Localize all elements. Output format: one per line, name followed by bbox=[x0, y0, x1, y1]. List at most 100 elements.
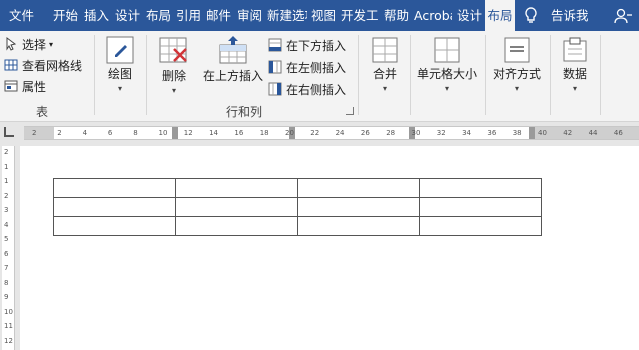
insert-above-label: 在上方插入 bbox=[203, 69, 264, 83]
insert-left-label: 在左侧插入 bbox=[286, 60, 347, 75]
tab-file[interactable]: 文件 bbox=[9, 0, 35, 31]
tab-home[interactable]: 开始 bbox=[53, 0, 79, 31]
table-cell[interactable] bbox=[53, 197, 176, 217]
ruler-number: 2 bbox=[32, 129, 37, 137]
table-cell[interactable] bbox=[175, 216, 298, 236]
chevron-down-icon: ▾ bbox=[444, 84, 449, 93]
ruler-number: 6 bbox=[107, 129, 113, 137]
ruler-margin-right bbox=[534, 127, 639, 139]
tab-acrobat[interactable]: Acrobat bbox=[414, 0, 452, 31]
chevron-down-icon: ▾ bbox=[171, 86, 176, 95]
chevron-down-icon: ▾ bbox=[49, 39, 54, 49]
document-table[interactable] bbox=[53, 178, 542, 236]
alignment-button[interactable]: 对齐方式 ▾ bbox=[490, 35, 544, 93]
ruler-number: 46 bbox=[613, 129, 623, 137]
table-cell[interactable] bbox=[297, 216, 420, 236]
view-gridlines-label: 查看网格线 bbox=[22, 58, 83, 73]
share-user-icon[interactable] bbox=[614, 0, 632, 31]
tab-references[interactable]: 引用 bbox=[176, 0, 202, 31]
tab-table-layout[interactable]: 布局 bbox=[485, 0, 515, 31]
tab-layout[interactable]: 布局 bbox=[146, 0, 172, 31]
ruler-number: 16 bbox=[234, 129, 244, 137]
ruler-number: 38 bbox=[512, 129, 522, 137]
chevron-down-icon: ▾ bbox=[117, 84, 122, 93]
ruler-number: 10 bbox=[158, 129, 168, 137]
data-button[interactable]: 数据 ▾ bbox=[557, 35, 593, 93]
tab-design[interactable]: 设计 bbox=[115, 0, 141, 31]
table-cell[interactable] bbox=[419, 178, 542, 198]
ruler-number: 20 bbox=[285, 129, 294, 137]
cell-size-icon bbox=[434, 37, 460, 63]
alignment-label: 对齐方式 bbox=[492, 67, 541, 81]
vruler-number: 10 bbox=[4, 307, 13, 316]
draw-table-button[interactable]: 绘图 ▾ bbox=[100, 35, 140, 93]
ruler-margin-left bbox=[24, 127, 54, 139]
ruler-number: 8 bbox=[133, 129, 138, 137]
merge-label: 合并 bbox=[372, 67, 397, 81]
cell-size-label: 单元格大小 bbox=[416, 67, 477, 81]
delete-table-icon bbox=[159, 37, 187, 63]
ruler-number: 18 bbox=[259, 129, 269, 137]
vertical-ruler[interactable]: 2 1 1 2 3 4 5 6 7 8 9 10 11 12 bbox=[2, 146, 15, 350]
insert-right-button[interactable]: 在右侧插入 bbox=[268, 79, 346, 99]
ruler-number: 42 bbox=[563, 129, 573, 137]
table-cell[interactable] bbox=[419, 197, 542, 217]
dialog-launcher-icon[interactable] bbox=[346, 107, 354, 115]
properties-button[interactable]: 属性 bbox=[4, 76, 46, 96]
properties-label: 属性 bbox=[22, 79, 47, 94]
document-page[interactable] bbox=[20, 146, 639, 350]
table-cell[interactable] bbox=[53, 178, 176, 198]
group-divider bbox=[94, 35, 95, 115]
tab-mailings[interactable]: 邮件 bbox=[206, 0, 232, 31]
insert-above-button[interactable]: 在上方插入 bbox=[203, 35, 263, 84]
table-cell[interactable] bbox=[297, 178, 420, 198]
ruler-number: 30 bbox=[411, 129, 421, 137]
data-icon bbox=[563, 37, 587, 62]
tell-me-search[interactable]: 告诉我 bbox=[551, 0, 591, 31]
insert-left-icon bbox=[268, 60, 282, 74]
insert-right-icon bbox=[268, 82, 282, 96]
vruler-number: 12 bbox=[4, 336, 13, 345]
table-cell[interactable] bbox=[175, 178, 298, 198]
group-divider bbox=[410, 35, 411, 115]
ruler-number: 22 bbox=[310, 129, 320, 137]
data-label: 数据 bbox=[562, 67, 587, 81]
table-group-label: 表 bbox=[36, 105, 49, 119]
table-cell[interactable] bbox=[53, 216, 176, 236]
group-divider bbox=[485, 35, 486, 115]
vruler-number: 2 bbox=[4, 148, 9, 156]
tab-view[interactable]: 视图 bbox=[311, 0, 337, 31]
vruler-number: 11 bbox=[4, 322, 13, 330]
insert-below-icon bbox=[268, 38, 282, 52]
insert-left-button[interactable]: 在左侧插入 bbox=[268, 57, 346, 77]
ruler-number: 2 bbox=[57, 129, 62, 137]
tab-insert[interactable]: 插入 bbox=[84, 0, 110, 31]
tab-help[interactable]: 帮助 bbox=[384, 0, 410, 31]
tab-review[interactable]: 审阅 bbox=[237, 0, 263, 31]
insert-right-label: 在右侧插入 bbox=[286, 82, 347, 97]
table-row bbox=[53, 197, 542, 217]
ruler-number: 14 bbox=[209, 129, 219, 137]
vruler-number: 3 bbox=[4, 206, 9, 214]
gridlines-icon bbox=[4, 59, 18, 71]
delete-button[interactable]: 删除 ▾ bbox=[153, 35, 195, 95]
lightbulb-icon[interactable] bbox=[524, 0, 538, 31]
column-marker[interactable] bbox=[172, 127, 178, 139]
table-cell[interactable] bbox=[297, 197, 420, 217]
tab-developer[interactable]: 开发工 bbox=[341, 0, 379, 31]
tab-table-design[interactable]: 设计 bbox=[457, 0, 483, 31]
horizontal-ruler[interactable]: 2 2 4 6 8 10 12 14 16 18 20 22 24 26 28 30 32 34 36 38 40 42 4… bbox=[24, 126, 639, 140]
column-marker[interactable] bbox=[529, 127, 535, 139]
merge-button[interactable]: 合并 ▾ bbox=[366, 35, 404, 93]
view-gridlines-button[interactable]: 查看网格线 bbox=[4, 55, 82, 75]
vruler-number: 7 bbox=[4, 264, 9, 272]
cell-size-button[interactable]: 单元格大小 ▾ bbox=[416, 35, 478, 93]
insert-below-button[interactable]: 在下方插入 bbox=[268, 35, 346, 55]
table-cell[interactable] bbox=[175, 197, 298, 217]
insert-above-icon bbox=[219, 36, 247, 64]
ribbon-panel: 选择 ▾ 查看网格线 属性 表 绘图 ▾ 删除 ▾ 在上方插入 在下方插入 在左… bbox=[0, 31, 639, 122]
table-cell[interactable] bbox=[419, 216, 542, 236]
tab-selector-icon[interactable] bbox=[4, 127, 14, 137]
tab-new-options[interactable]: 新建选项 bbox=[267, 0, 307, 31]
select-button[interactable]: 选择 ▾ bbox=[4, 34, 53, 54]
